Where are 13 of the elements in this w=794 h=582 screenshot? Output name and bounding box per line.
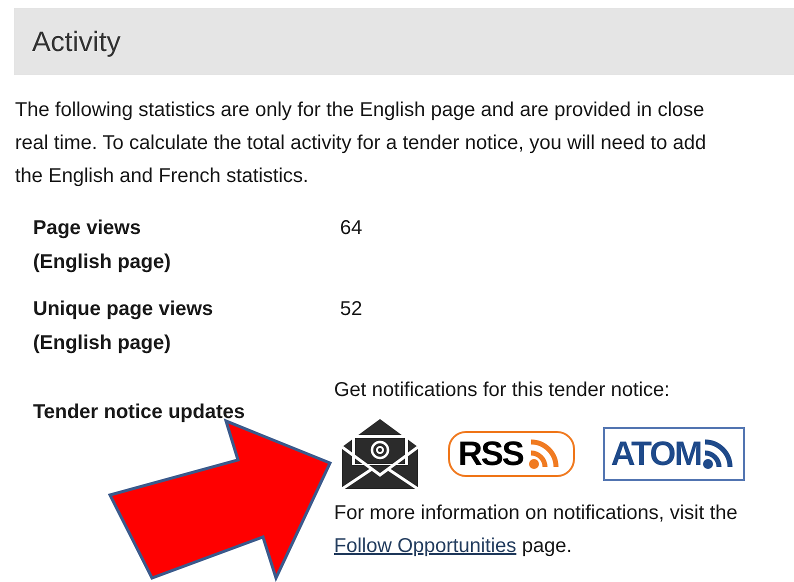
stat-label: Page views (English page) xyxy=(33,216,172,275)
stat-value: 52 xyxy=(340,297,362,322)
rss-feed-button[interactable]: RSS xyxy=(448,431,575,477)
section-title: Activity xyxy=(32,24,121,59)
atom-feed-button[interactable]: ATOM xyxy=(602,427,745,481)
stat-label: Tender notice updates xyxy=(33,400,246,425)
email-icon[interactable] xyxy=(340,417,420,491)
stat-value: 64 xyxy=(340,216,362,241)
notification-prompt: Get notifications for this tender notice: xyxy=(334,378,671,403)
follow-opportunities-link[interactable]: Follow Opportunities xyxy=(334,535,516,557)
intro-paragraph: The following statistics are only for the English page and are provided in close real time. To calculate the total activity for a tender notice, you will need to add the English and French statistics. xyxy=(15,98,708,189)
stat-label: Unique page views (English page) xyxy=(33,297,214,356)
info-text: For more information on notifications, visit the Follow Opportunities page. xyxy=(334,501,739,559)
